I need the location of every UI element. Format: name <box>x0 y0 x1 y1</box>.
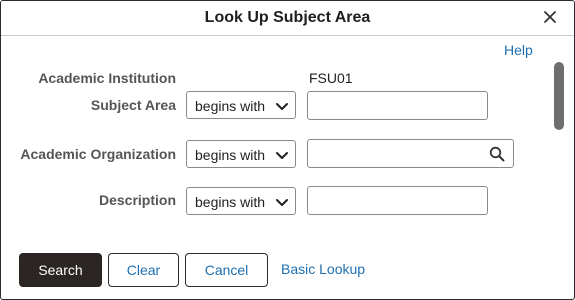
dialog-title: Look Up Subject Area <box>204 9 371 26</box>
basic-lookup-link[interactable]: Basic Lookup <box>281 261 365 277</box>
description-operator-select[interactable]: begins with <box>186 187 296 215</box>
cancel-button[interactable]: Cancel <box>185 253 268 287</box>
help-link[interactable]: Help <box>504 42 533 58</box>
subject-area-label: Subject Area <box>90 97 176 113</box>
search-icon[interactable] <box>489 146 505 162</box>
chevron-down-icon <box>275 149 289 161</box>
chevron-down-icon <box>275 100 289 112</box>
search-button[interactable]: Search <box>19 253 102 287</box>
academic-org-label: Academic Organization <box>20 146 176 162</box>
description-input[interactable] <box>307 186 488 215</box>
subject-area-input[interactable] <box>307 91 488 120</box>
academic-org-operator-select[interactable]: begins with <box>186 140 296 168</box>
subject-area-operator-select[interactable]: begins with <box>186 91 296 119</box>
clear-button[interactable]: Clear <box>108 253 179 287</box>
academic-org-input[interactable] <box>307 139 514 168</box>
dialog-header: Look Up Subject Area <box>1 1 574 36</box>
description-operator-value: begins with <box>195 194 266 210</box>
scrollbar-thumb[interactable] <box>554 62 564 130</box>
chevron-down-icon <box>275 196 289 208</box>
close-icon[interactable] <box>540 7 560 27</box>
description-label: Description <box>98 192 176 208</box>
lookup-dialog: Look Up Subject Area Help Academic Insti… <box>0 0 575 300</box>
subject-area-operator-value: begins with <box>195 98 266 114</box>
academic-org-operator-value: begins with <box>195 147 266 163</box>
institution-value: FSU01 <box>309 70 353 86</box>
institution-label: Academic Institution <box>38 70 176 86</box>
